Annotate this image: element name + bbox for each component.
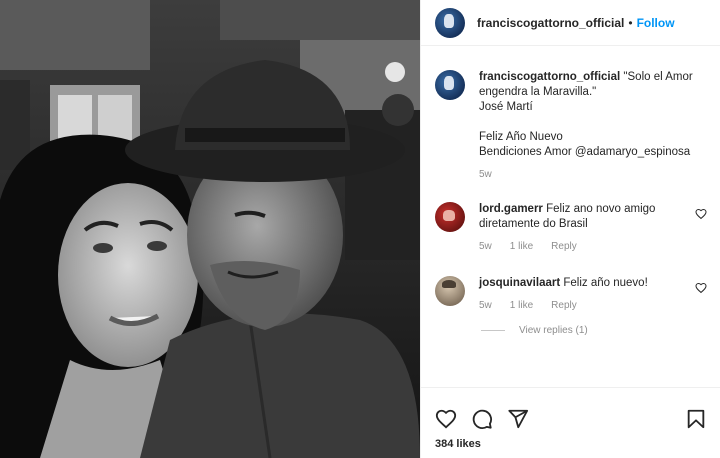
caption-username[interactable]: franciscogattorno_official	[479, 71, 620, 83]
comment-message: Feliz año nuevo!	[563, 277, 648, 289]
comment-meta: 5w 1 like Reply	[479, 241, 707, 252]
post-side-panel: franciscogattorno_official • Follow fran…	[420, 0, 720, 458]
post-header: franciscogattorno_official • Follow	[421, 0, 720, 46]
reply-button[interactable]: Reply	[551, 300, 577, 311]
comment-likes[interactable]: 1 like	[510, 241, 533, 252]
comment-likes[interactable]: 1 like	[510, 300, 533, 311]
caption-meta: 5w	[479, 169, 707, 180]
comment-text: josquinavilaart Feliz año nuevo!	[479, 276, 707, 291]
commenter-avatar[interactable]	[435, 276, 465, 306]
view-replies-button[interactable]: View replies (1)	[481, 325, 707, 336]
comment-text: lord.gamerr Feliz ano novo amigo diretam…	[479, 202, 707, 232]
photo-illustration	[0, 0, 420, 458]
comment-body: lord.gamerr Feliz ano novo amigo diretam…	[479, 202, 707, 252]
caption-body: franciscogattorno_official "Solo el Amor…	[479, 70, 707, 180]
comment-time[interactable]: 5w	[479, 300, 492, 311]
comment-meta: 5w 1 like Reply	[479, 300, 707, 311]
heart-icon[interactable]	[435, 408, 457, 430]
comments-section: franciscogattorno_official "Solo el Amor…	[421, 56, 720, 386]
caption-avatar[interactable]	[435, 70, 465, 100]
header-separator: •	[628, 15, 633, 30]
share-icon[interactable]	[507, 408, 529, 430]
commenter-avatar[interactable]	[435, 202, 465, 232]
caption: franciscogattorno_official "Solo el Amor…	[435, 70, 707, 180]
caption-time[interactable]: 5w	[479, 169, 492, 180]
reply-button[interactable]: Reply	[551, 241, 577, 252]
comment-item: josquinavilaart Feliz año nuevo! 5w 1 li…	[435, 276, 707, 311]
author-avatar[interactable]	[435, 7, 465, 38]
post-photo[interactable]	[0, 0, 420, 458]
caption-line-3: Feliz Año Nuevo	[479, 131, 563, 143]
likes-count[interactable]: 384 likes	[435, 438, 481, 450]
view-replies-label: View replies (1)	[519, 325, 588, 336]
caption-text: franciscogattorno_official "Solo el Amor…	[479, 70, 707, 160]
view-replies-line	[481, 330, 505, 331]
bookmark-icon[interactable]	[685, 408, 707, 430]
comment-body: josquinavilaart Feliz año nuevo! 5w 1 li…	[479, 276, 707, 311]
action-bar	[421, 387, 720, 435]
caption-line-2: José Martí	[479, 101, 533, 113]
comment-time[interactable]: 5w	[479, 241, 492, 252]
follow-button[interactable]: Follow	[637, 16, 675, 30]
comment-icon[interactable]	[471, 408, 493, 430]
comment-item: lord.gamerr Feliz ano novo amigo diretam…	[435, 202, 707, 252]
heart-small-icon[interactable]	[695, 208, 707, 220]
caption-line-4: Bendiciones Amor @adamaryo_espinosa	[479, 146, 691, 158]
heart-small-icon[interactable]	[695, 282, 707, 294]
commenter-username[interactable]: josquinavilaart	[479, 277, 560, 289]
commenter-username[interactable]: lord.gamerr	[479, 203, 543, 215]
author-username[interactable]: franciscogattorno_official	[477, 16, 624, 30]
